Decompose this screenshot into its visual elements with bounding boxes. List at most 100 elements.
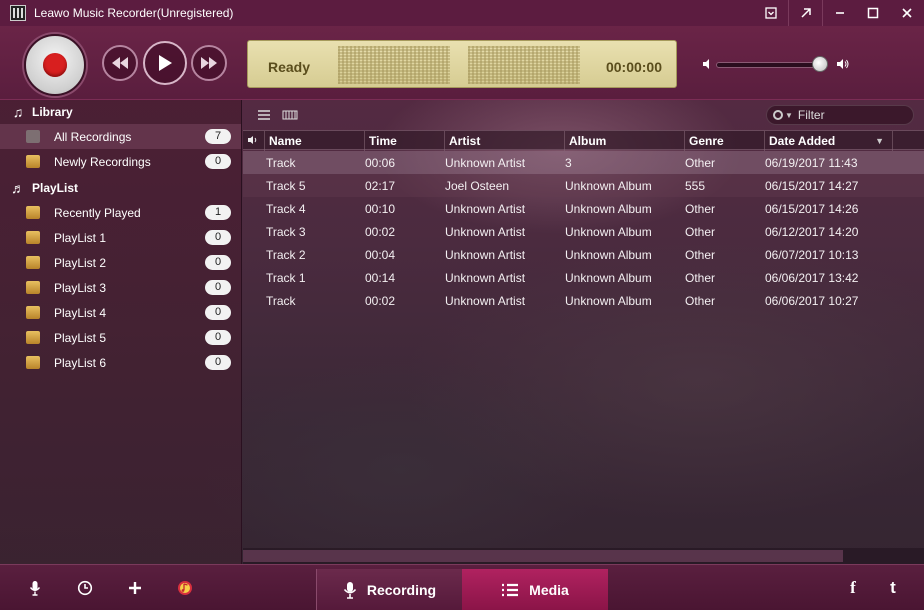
music-note-icon: ♫: [12, 104, 24, 120]
cell-name: Track 2: [266, 247, 306, 262]
sidebar-item-playlist-4[interactable]: PlayList 4 0: [0, 300, 241, 325]
level-meter-left: [338, 46, 450, 84]
now-playing-column: [243, 131, 265, 151]
playlist-section-header[interactable]: ♬ PlayList: [0, 176, 241, 200]
column-header-artist[interactable]: Artist: [445, 131, 565, 151]
column-header-genre[interactable]: Genre: [685, 131, 765, 151]
cell-name: Track 3: [266, 224, 306, 239]
maximize-button[interactable]: [856, 0, 890, 26]
star-folder-icon: [26, 155, 40, 168]
table-row[interactable]: Track 00:02 Unknown Artist Unknown Album…: [243, 289, 924, 312]
cell-genre: Other: [685, 293, 716, 308]
previous-button[interactable]: [102, 45, 138, 81]
twitter-icon[interactable]: t: [882, 577, 904, 599]
play-icon: [159, 55, 172, 71]
cell-genre: 555: [685, 178, 706, 193]
tab-media[interactable]: Media: [462, 569, 608, 610]
count-badge: 0: [205, 255, 231, 270]
cell-time: 00:06: [365, 155, 396, 170]
next-button[interactable]: [191, 45, 227, 81]
sidebar-item-newly-recordings[interactable]: Newly Recordings 0: [0, 149, 241, 174]
status-text: Ready: [268, 59, 311, 75]
table-row[interactable]: Track 00:06 Unknown Artist 3 Other 06/19…: [243, 151, 924, 174]
cell-genre: Other: [685, 224, 716, 239]
media-panel: ▼ Name Time Artist Album Genre Date Adde…: [243, 100, 924, 564]
table-row[interactable]: Track 1 00:14 Unknown Artist Unknown Alb…: [243, 266, 924, 289]
add-button[interactable]: [124, 577, 146, 599]
list-view-icon: [258, 110, 270, 120]
record-dot-icon: [43, 53, 67, 77]
table-row[interactable]: Track 4 00:10 Unknown Artist Unknown Alb…: [243, 197, 924, 220]
sidebar-item-playlist-3[interactable]: PlayList 3 0: [0, 275, 241, 300]
sidebar-item-playlist-1[interactable]: PlayList 1 0: [0, 225, 241, 250]
microphone-button[interactable]: [24, 577, 46, 599]
menu-button[interactable]: [754, 0, 788, 26]
sidebar-item-label: PlayList 3: [54, 280, 107, 295]
column-header-date-added[interactable]: Date Added ▼: [765, 131, 893, 151]
scrollbar-thumb[interactable]: [243, 550, 843, 562]
itunes-button[interactable]: [174, 577, 196, 599]
cell-artist: Unknown Artist: [445, 293, 526, 308]
chevron-down-icon[interactable]: ▼: [785, 111, 793, 120]
sidebar-item-playlist-2[interactable]: PlayList 2 0: [0, 250, 241, 275]
cell-genre: Other: [685, 270, 716, 285]
mini-mode-button[interactable]: [788, 0, 822, 26]
cell-album: Unknown Album: [565, 201, 652, 216]
cell-album: Unknown Album: [565, 224, 652, 239]
sidebar-item-label: PlayList 2: [54, 255, 107, 270]
table-row[interactable]: Track 5 02:17 Joel Osteen Unknown Album …: [243, 174, 924, 197]
sidebar-item-playlist-5[interactable]: PlayList 5 0: [0, 325, 241, 350]
sidebar-item-label: All Recordings: [54, 129, 132, 144]
facebook-icon[interactable]: f: [842, 577, 864, 599]
cell-date-added: 06/12/2017 14:20: [765, 224, 859, 239]
sidebar-item-recently-played[interactable]: Recently Played 1: [0, 200, 241, 225]
sidebar-item-all-recordings[interactable]: All Recordings 7: [0, 124, 241, 149]
play-button[interactable]: [143, 41, 187, 85]
plus-icon: [129, 582, 141, 594]
window-controls: [754, 0, 924, 26]
table-row[interactable]: Track 2 00:04 Unknown Artist Unknown Alb…: [243, 243, 924, 266]
window-title: Leawo Music Recorder(Unregistered): [34, 6, 234, 20]
app-logo-icon: [10, 5, 26, 21]
schedule-button[interactable]: [74, 577, 96, 599]
column-header-album[interactable]: Album: [565, 131, 685, 151]
media-toolbar: ▼: [243, 100, 924, 130]
close-button[interactable]: [890, 0, 924, 26]
record-button[interactable]: [24, 34, 86, 96]
table-row[interactable]: Track 3 00:02 Unknown Artist Unknown Alb…: [243, 220, 924, 243]
speaker-icon: [248, 136, 257, 144]
tab-recording[interactable]: Recording: [316, 569, 462, 610]
cell-time: 02:17: [365, 178, 396, 193]
cell-album: Unknown Album: [565, 178, 652, 193]
level-meter-right: [468, 46, 580, 84]
list-view-button[interactable]: [253, 106, 275, 124]
column-header-name[interactable]: Name: [265, 131, 365, 151]
playlist-folder-icon: [26, 231, 40, 244]
playlist-folder-icon: [26, 356, 40, 369]
sidebar-item-label: Recently Played: [54, 205, 141, 220]
cell-artist: Unknown Artist: [445, 155, 526, 170]
cell-artist: Joel Osteen: [445, 178, 510, 193]
column-header-time[interactable]: Time: [365, 131, 445, 151]
horizontal-scrollbar[interactable]: [243, 548, 924, 564]
sidebar-item-playlist-6[interactable]: PlayList 6 0: [0, 350, 241, 375]
count-badge: 0: [205, 230, 231, 245]
cell-genre: Other: [685, 247, 716, 262]
sort-descending-icon: ▼: [875, 136, 884, 146]
volume-knob[interactable]: [812, 56, 829, 72]
tab-media-label: Media: [529, 582, 569, 598]
track-list: Track 00:06 Unknown Artist 3 Other 06/19…: [243, 151, 924, 312]
player-header: Ready 00:00:00: [0, 26, 924, 100]
clock-folder-icon: [26, 206, 40, 219]
filter-input[interactable]: [797, 108, 908, 122]
playlist-folder-icon: [26, 281, 40, 294]
minimize-button[interactable]: [822, 0, 856, 26]
fast-forward-icon: [201, 57, 217, 69]
library-title: Library: [32, 105, 73, 119]
volume-control: [700, 54, 850, 74]
grid-view-button[interactable]: [279, 106, 301, 124]
library-section-header[interactable]: ♫ Library: [0, 100, 241, 124]
cell-name: Track: [266, 155, 296, 170]
minimize-icon: [835, 12, 844, 14]
transport-controls: [102, 41, 228, 88]
